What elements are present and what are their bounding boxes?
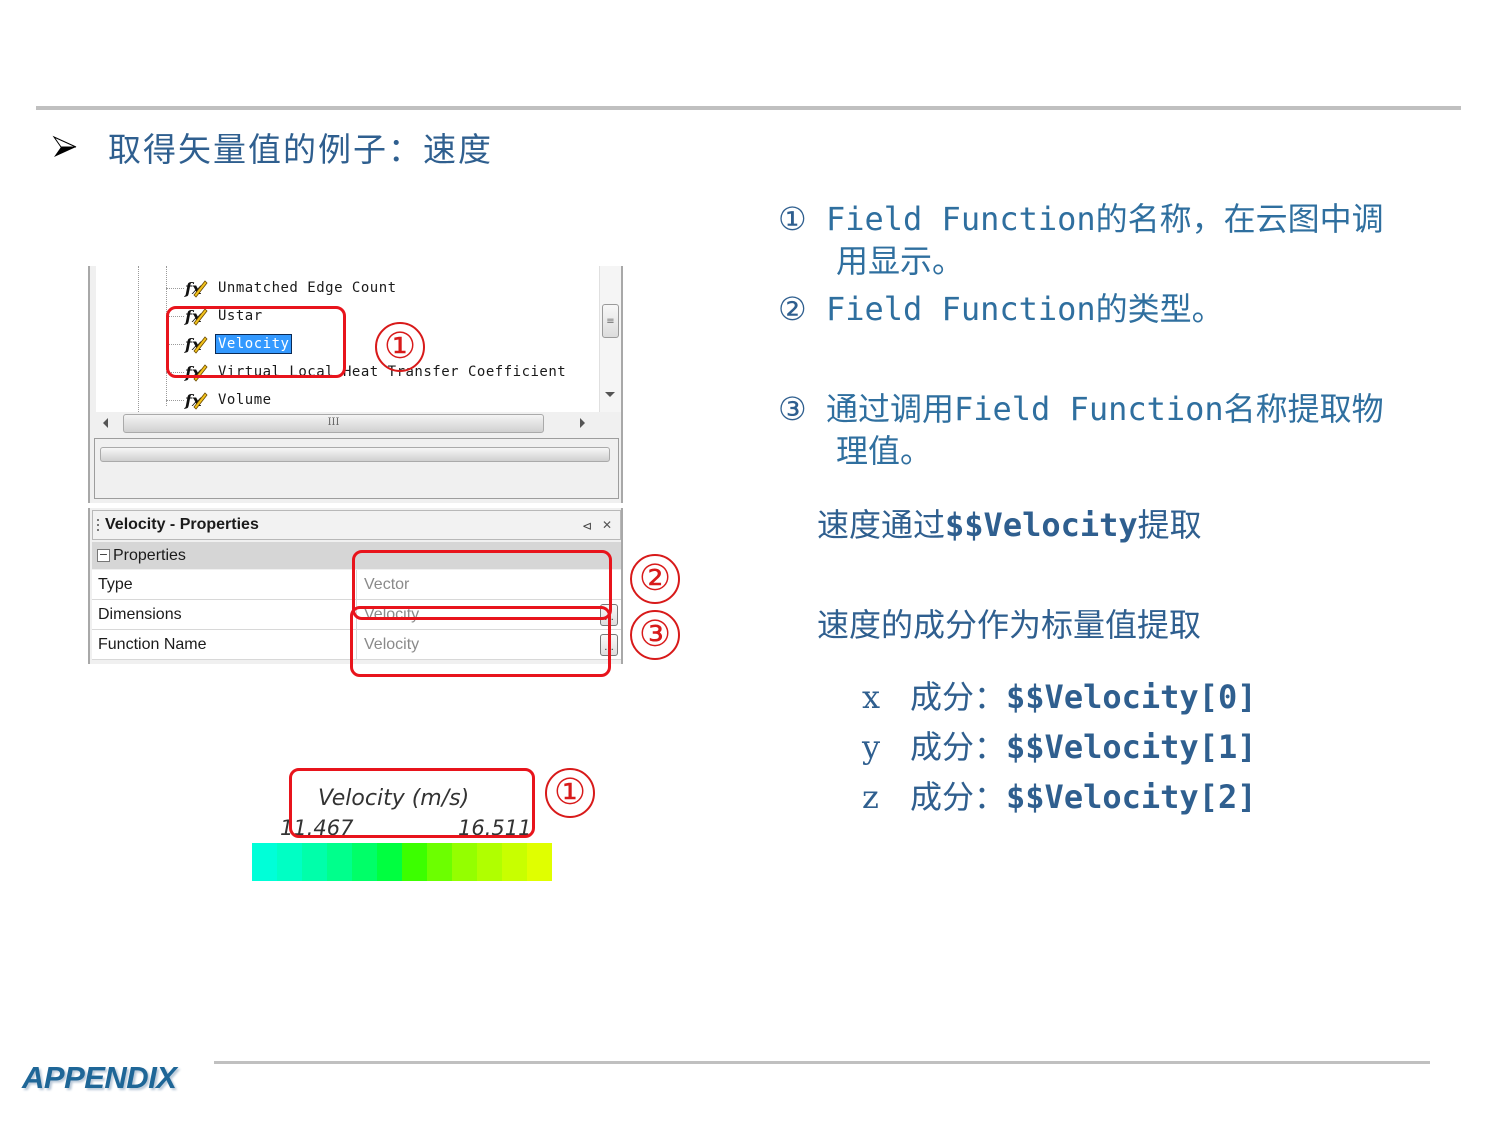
horizontal-scrollbar[interactable]: III: [96, 412, 599, 434]
explanation-text: Field Function的名称，在云图中调: [825, 200, 1384, 238]
explanation-2: ② Field Function的类型。: [778, 288, 1224, 330]
scroll-thumb[interactable]: III: [123, 414, 544, 433]
explanation-marker: ①: [778, 200, 807, 238]
tree-connector: [166, 399, 184, 401]
vertical-scrollbar[interactable]: ≡: [599, 266, 621, 412]
axis-label: y: [862, 728, 881, 766]
code-text: $$Velocity[1]: [1006, 728, 1257, 766]
component-y: y 成分：$$Velocity[1]: [862, 722, 1256, 768]
vector-note: 速度通过$$Velocity提取: [817, 500, 1202, 546]
color-scale-segment: [502, 843, 527, 881]
explanation-1: ① Field Function的名称，在云图中调 用显示。: [778, 198, 1384, 282]
component-label: 成分：: [910, 778, 1007, 816]
property-key: Dimensions: [98, 606, 182, 623]
drag-grip-icon[interactable]: [97, 519, 105, 531]
footer-label: APPENDIX: [22, 1060, 177, 1095]
footer-divider: [214, 1061, 1430, 1064]
explanation-text-cont: 理值。: [836, 432, 933, 470]
scroll-right-arrow-icon[interactable]: [580, 418, 585, 428]
scroll-down-arrow-icon[interactable]: [605, 392, 615, 397]
highlight-box-legend: [289, 768, 535, 838]
color-scale-segment: [477, 843, 502, 881]
bullet-arrow-icon: [52, 135, 77, 157]
color-scale-segment: [277, 843, 302, 881]
explanation-3: ③ 通过调用Field Function名称提取物 理值。: [778, 388, 1384, 472]
close-icon[interactable]: ✕: [602, 518, 612, 532]
callout-1: ①: [375, 322, 425, 372]
page-title: 取得矢量值的例子：速度: [108, 130, 493, 169]
code-text: $$Velocity[2]: [1006, 778, 1257, 816]
color-scale-segment: [402, 843, 427, 881]
color-scale-segment: [252, 843, 277, 881]
field-function-tree-panel: ‾ ‾‾‾‾‾‾‾ ‾‾‾‾‾‾‾ ‾ ‾‾‾‾ fx Unmatched Ed…: [88, 266, 623, 503]
color-scale-bar: [252, 843, 552, 881]
field-function-icon: fx: [184, 279, 208, 298]
tree-item[interactable]: fx Unmatched Edge Count: [166, 275, 399, 301]
explanation-text-cont: 用显示。: [836, 242, 965, 280]
tree-connector: [166, 287, 184, 289]
properties-title: Velocity - Properties: [105, 516, 259, 533]
highlight-box-function-name: [350, 606, 611, 677]
color-scale-segment: [352, 843, 377, 881]
top-divider: [36, 106, 1461, 110]
explanation-marker: ③: [778, 390, 807, 428]
color-scale-segment: [377, 843, 402, 881]
axis-label: x: [862, 678, 881, 716]
component-x: x 成分：$$Velocity[0]: [862, 672, 1256, 718]
group-label: Properties: [113, 546, 186, 564]
code-text: $$Velocity: [945, 506, 1138, 544]
slide-heading: 取得矢量值的例子：速度: [52, 124, 493, 170]
scalar-note: 速度的成分作为标量值提取: [817, 606, 1202, 644]
property-key: Type: [98, 576, 133, 593]
component-label: 成分：: [910, 728, 1007, 766]
collapse-icon[interactable]: −: [97, 549, 110, 562]
tree-item-label: Unmatched Edge Count: [218, 280, 397, 296]
highlight-box-velocity: [166, 306, 346, 378]
explanation-text: Field Function的类型。: [825, 290, 1224, 328]
code-text: $$Velocity[0]: [1006, 678, 1257, 716]
scroll-left-arrow-icon[interactable]: [103, 418, 108, 428]
callout-2: ②: [630, 554, 680, 604]
property-key: Function Name: [98, 636, 207, 653]
component-label: 成分：: [910, 678, 1007, 716]
note-text: 速度通过: [817, 506, 946, 544]
axis-label: z: [862, 778, 879, 816]
color-scale-segment: [302, 843, 327, 881]
tree-item-label: Volume: [218, 392, 272, 408]
note-text: 提取: [1137, 506, 1202, 544]
tree-item[interactable]: fx Volume: [166, 387, 274, 412]
color-scale-segment: [427, 843, 452, 881]
callout-3: ③: [630, 610, 680, 660]
explanation-marker: ②: [778, 290, 807, 328]
color-scale-segment: [527, 843, 552, 881]
explanation-text: 通过调用Field Function名称提取物: [825, 390, 1384, 428]
scroll-thumb[interactable]: ≡: [602, 304, 619, 338]
color-scale-segment: [452, 843, 477, 881]
properties-header: Velocity - Properties ⊲ ✕: [92, 510, 621, 540]
color-scale-segment: [327, 843, 352, 881]
field-function-icon: fx: [184, 391, 208, 410]
component-z: z 成分：$$Velocity[2]: [862, 772, 1256, 818]
callout-1-legend: ①: [545, 768, 595, 818]
status-area: [94, 438, 619, 499]
progress-bar: [100, 447, 610, 462]
pin-icon[interactable]: ⊲: [582, 519, 592, 533]
tree-guide: [138, 266, 139, 412]
clipped-tree-item: ‾ ‾‾‾‾‾‾‾ ‾‾‾‾‾‾‾ ‾ ‾‾‾‾: [196, 266, 456, 268]
